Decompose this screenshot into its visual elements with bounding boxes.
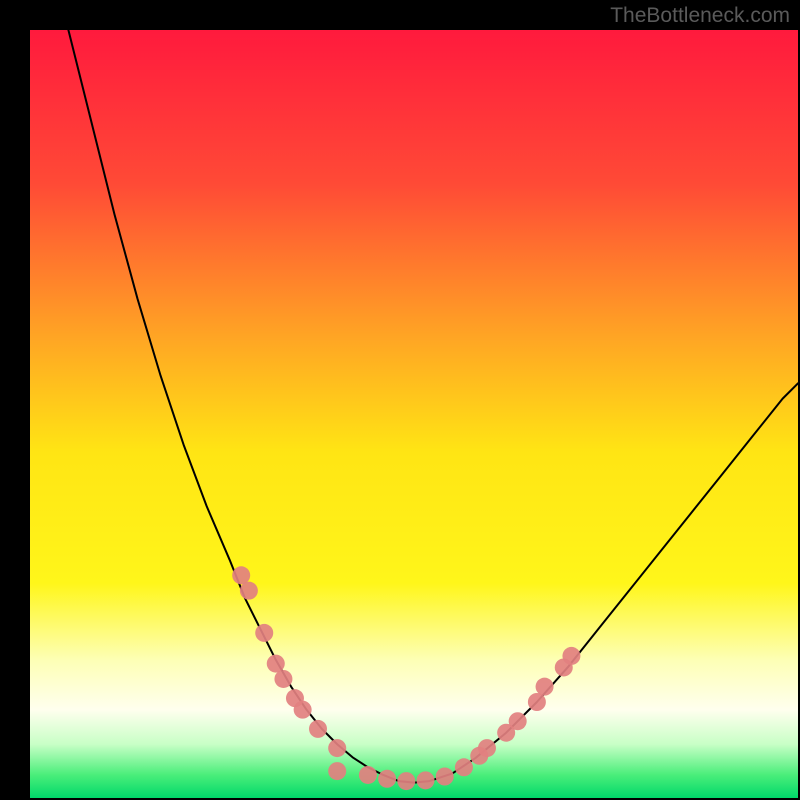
marker-point xyxy=(328,762,346,780)
marker-point xyxy=(436,768,454,786)
marker-point xyxy=(328,739,346,757)
marker-point xyxy=(378,770,396,788)
marker-point xyxy=(562,647,580,665)
marker-point xyxy=(274,670,292,688)
marker-point xyxy=(478,739,496,757)
marker-point xyxy=(267,655,285,673)
marker-point xyxy=(309,720,327,738)
marker-point xyxy=(359,766,377,784)
marker-point xyxy=(536,678,554,696)
marker-point xyxy=(397,772,415,790)
chart-container: TheBottleneck.com xyxy=(0,0,800,800)
bottleneck-chart xyxy=(30,30,798,798)
marker-point xyxy=(294,701,312,719)
marker-point xyxy=(455,758,473,776)
marker-point xyxy=(417,771,435,789)
marker-point xyxy=(528,693,546,711)
marker-point xyxy=(232,566,250,584)
marker-point xyxy=(509,712,527,730)
watermark-text: TheBottleneck.com xyxy=(610,4,790,28)
marker-point xyxy=(240,582,258,600)
chart-background xyxy=(30,30,798,798)
plot-area xyxy=(30,30,798,798)
marker-point xyxy=(255,624,273,642)
